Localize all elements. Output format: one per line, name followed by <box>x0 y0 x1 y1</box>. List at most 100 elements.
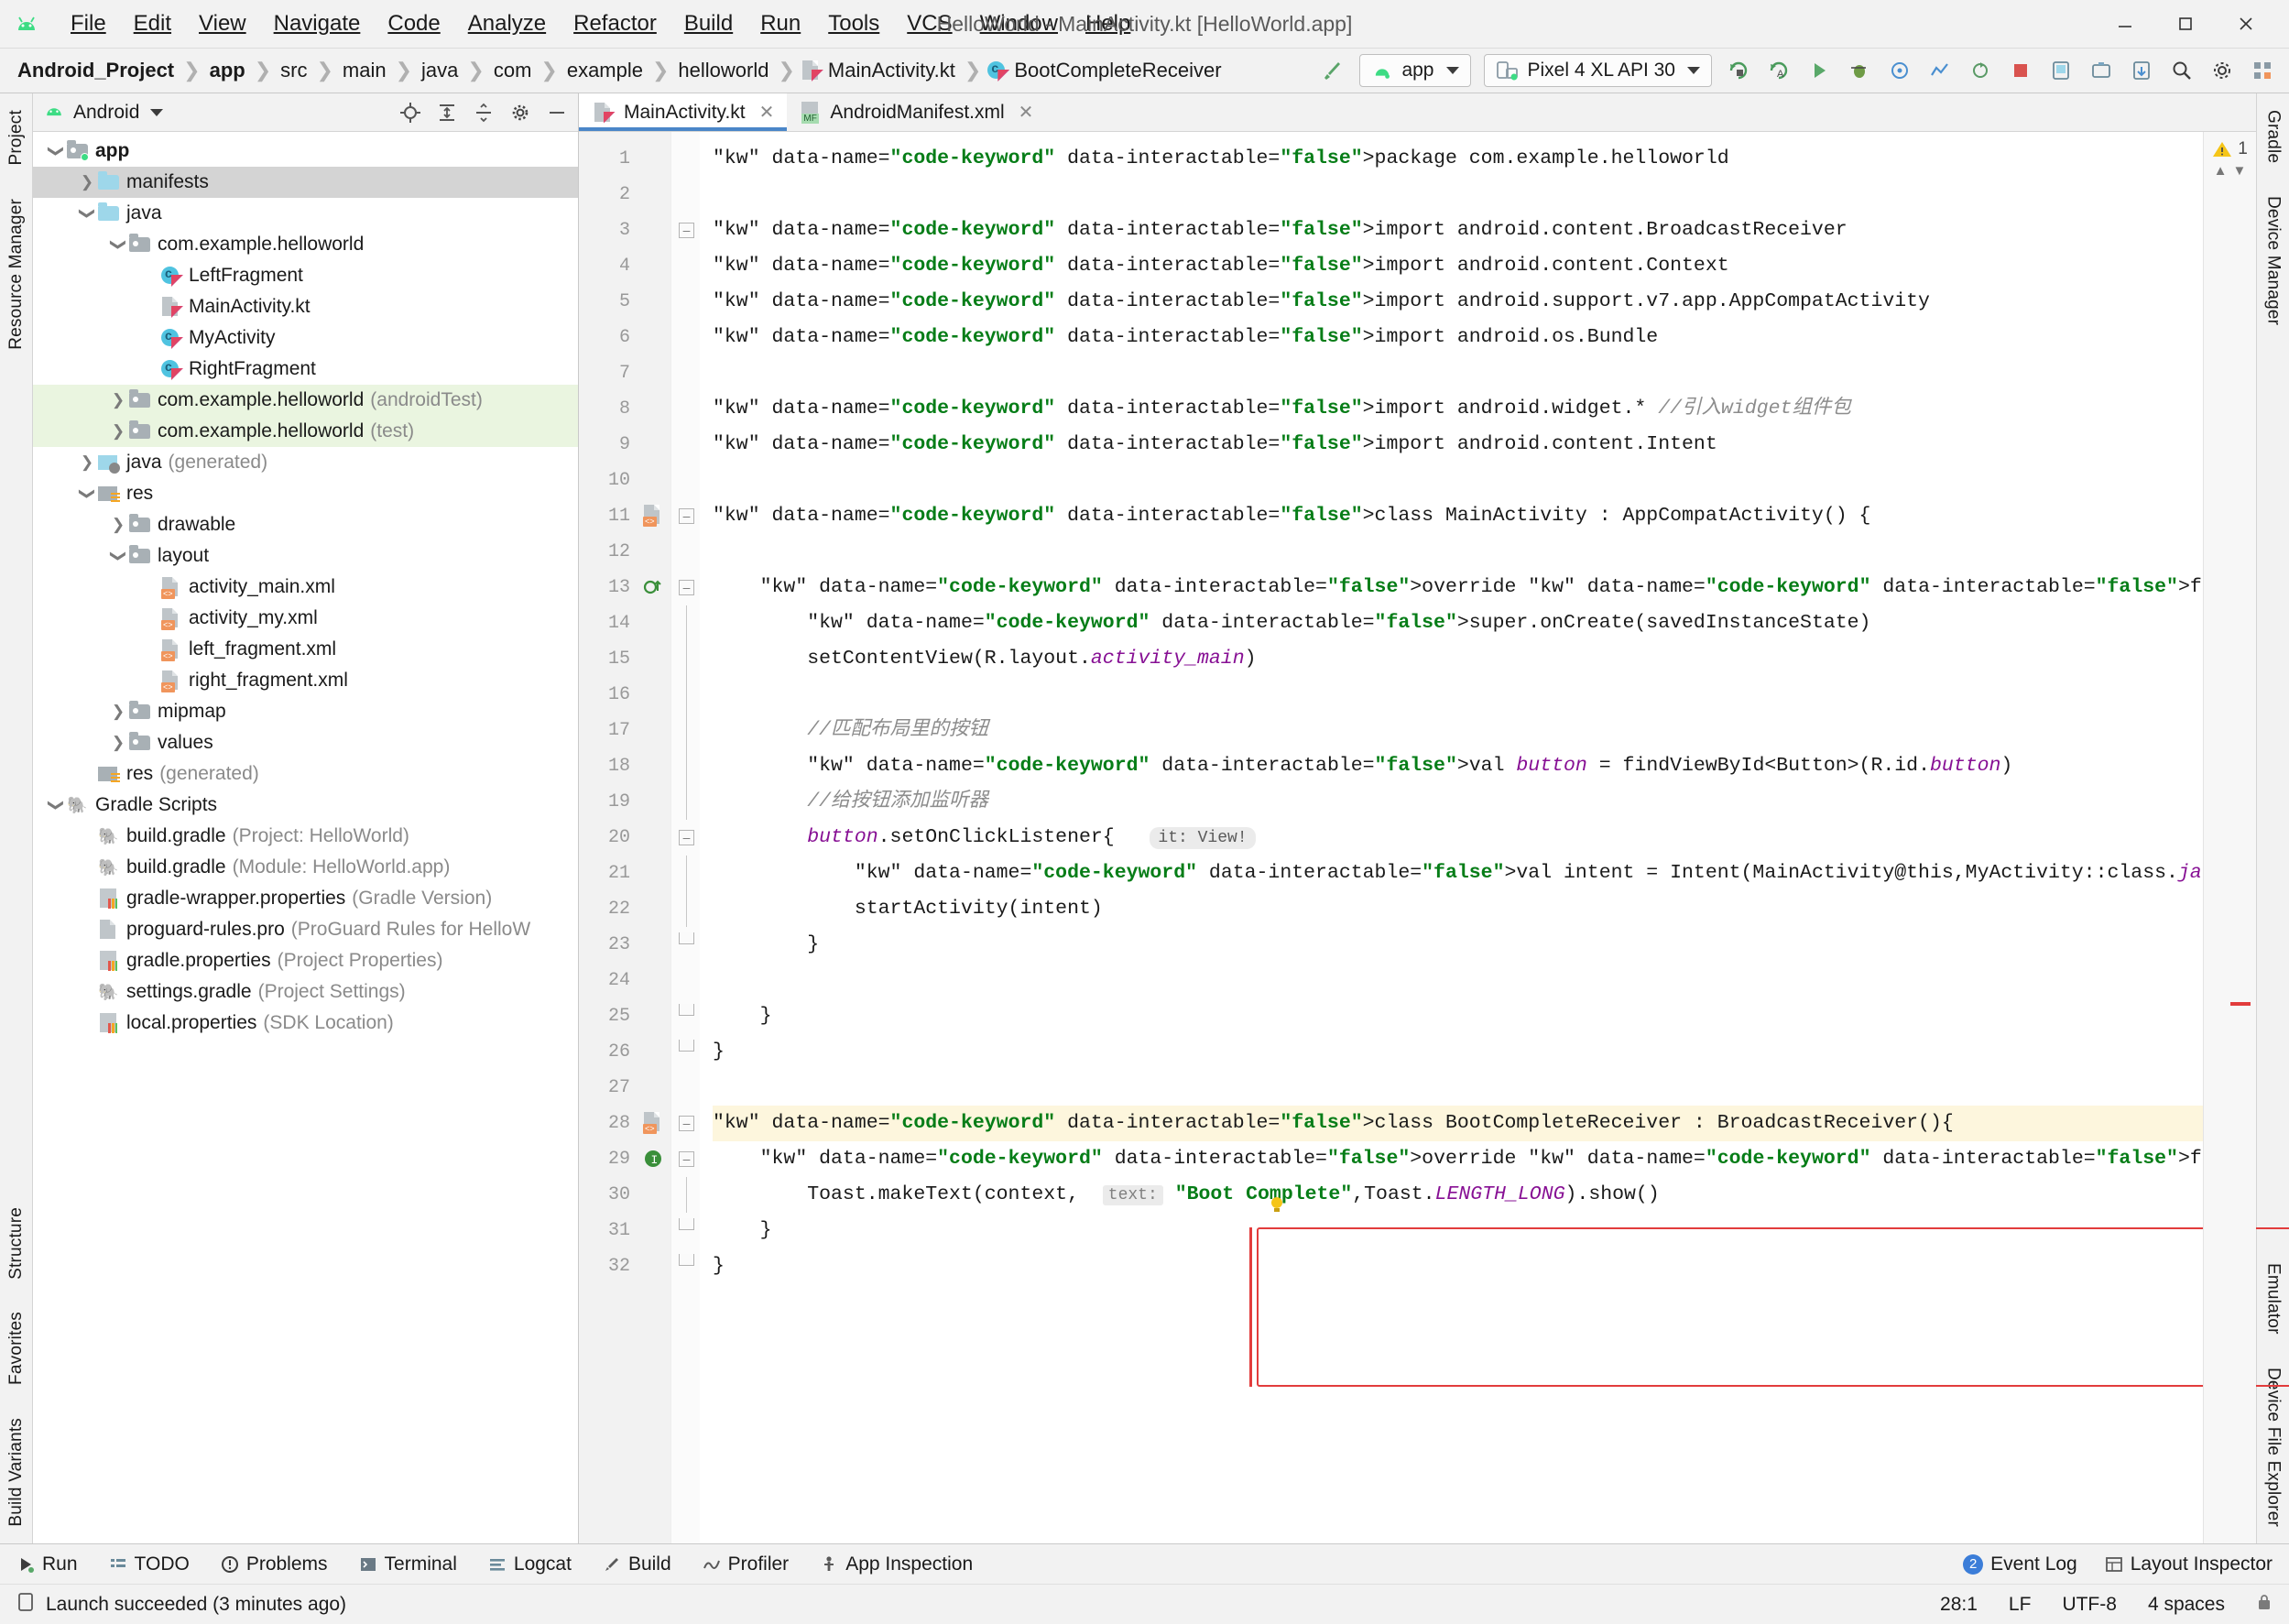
breadcrumb-item-example[interactable]: example <box>562 59 648 82</box>
chevron-down-icon[interactable]: ❯ <box>108 234 128 255</box>
project-tree[interactable]: ❯app❯manifests❯java❯com.example.hellowor… <box>33 132 578 1543</box>
menu-item-code[interactable]: Code <box>374 7 453 40</box>
code-line[interactable]: } <box>713 1248 2203 1284</box>
code-line[interactable] <box>713 677 2203 713</box>
maximize-button[interactable] <box>2155 1 2216 47</box>
fold-end-icon[interactable] <box>679 1040 694 1052</box>
file-encoding[interactable]: UTF-8 <box>2062 1594 2117 1616</box>
fold-marker-slot[interactable] <box>671 641 700 677</box>
bottom-tab-todo[interactable]: TODO <box>109 1553 190 1575</box>
menu-item-window[interactable]: Window <box>966 7 1072 40</box>
code-content[interactable]: "kw" data-name="code-keyword" data-inter… <box>700 132 2203 1543</box>
code-line[interactable]: //给按钮添加监听器 <box>713 784 2203 820</box>
code-line[interactable]: "kw" data-name="code-keyword" data-inter… <box>713 748 2203 784</box>
chevron-down-icon[interactable]: ❯ <box>108 546 128 566</box>
tree-node[interactable]: ❯java <box>33 198 578 229</box>
chevron-right-icon[interactable]: ❯ <box>108 733 128 753</box>
tree-node[interactable]: RightFragment <box>33 354 578 385</box>
code-line[interactable]: "kw" data-name="code-keyword" data-inter… <box>713 1141 2203 1177</box>
tool-window-gradle[interactable]: Gradle <box>2262 103 2285 170</box>
tree-node[interactable]: res(generated) <box>33 758 578 790</box>
tool-window-structure[interactable]: Structure <box>5 1200 28 1287</box>
debug-icon[interactable] <box>1846 57 1873 84</box>
code-line[interactable] <box>713 963 2203 998</box>
fold-marker-slot[interactable] <box>671 391 700 427</box>
chevron-right-icon[interactable]: ❯ <box>77 172 97 192</box>
fold-collapse-icon[interactable]: – <box>679 580 694 595</box>
fold-end-icon[interactable] <box>679 932 694 944</box>
code-editor[interactable]: 1234567891011121314151617181920212223242… <box>579 132 2256 1543</box>
tree-node[interactable]: ❯values <box>33 727 578 758</box>
error-stripe-mark[interactable] <box>2230 1002 2251 1006</box>
code-line[interactable]: "kw" data-name="code-keyword" data-inter… <box>713 320 2203 355</box>
chevron-right-icon[interactable]: ❯ <box>108 421 128 441</box>
fold-marker-slot[interactable] <box>671 320 700 355</box>
tree-node[interactable]: ❯layout <box>33 540 578 572</box>
code-line[interactable]: } <box>713 1034 2203 1070</box>
fold-marker-slot[interactable] <box>671 1177 700 1213</box>
chevron-up-icon[interactable]: ▲ <box>2214 163 2228 179</box>
fold-marker-slot[interactable]: – <box>671 820 700 856</box>
tree-node[interactable]: 🐘build.gradle(Project: HelloWorld) <box>33 821 578 852</box>
hammer-icon[interactable] <box>1319 57 1346 84</box>
chevron-right-icon[interactable]: ❯ <box>77 452 97 473</box>
code-line[interactable]: startActivity(intent) <box>713 891 2203 927</box>
fold-marker-slot[interactable] <box>671 963 700 998</box>
code-line[interactable]: } <box>713 998 2203 1034</box>
tree-node[interactable]: gradle.properties(Project Properties) <box>33 945 578 976</box>
chevron-down-icon[interactable] <box>150 109 163 116</box>
code-line[interactable]: } <box>713 927 2203 963</box>
fold-marker-slot[interactable] <box>671 891 700 927</box>
fold-marker-slot[interactable] <box>671 177 700 213</box>
tree-node[interactable]: <>activity_main.xml <box>33 572 578 603</box>
menu-item-view[interactable]: View <box>185 7 260 40</box>
chevron-right-icon[interactable]: ❯ <box>108 702 128 722</box>
fold-collapse-icon[interactable]: – <box>679 508 694 524</box>
bottom-tab-profiler[interactable]: Profiler <box>703 1553 790 1575</box>
breadcrumb-item-android-project[interactable]: Android_Project <box>13 59 179 82</box>
breadcrumb-item-com[interactable]: com <box>489 59 537 82</box>
menu-item-file[interactable]: File <box>57 7 120 40</box>
code-line[interactable] <box>713 534 2203 570</box>
bottom-tab-logcat[interactable]: Logcat <box>488 1553 572 1575</box>
code-line[interactable]: } <box>713 1213 2203 1248</box>
code-line[interactable]: //匹配布局里的按钮 <box>713 713 2203 748</box>
fold-marker-slot[interactable] <box>671 1034 700 1070</box>
profile-icon[interactable] <box>1926 57 1954 84</box>
bottom-tab-build[interactable]: Build <box>603 1553 671 1575</box>
search-icon[interactable] <box>2168 57 2196 84</box>
code-line[interactable]: "kw" data-name="code-keyword" data-inter… <box>713 141 2203 177</box>
code-line[interactable] <box>713 463 2203 498</box>
locate-icon[interactable] <box>398 101 422 125</box>
avd-manager-icon[interactable] <box>2047 57 2075 84</box>
fold-marker-slot[interactable]: – <box>671 570 700 605</box>
tree-node[interactable]: ❯com.example.helloworld <box>33 229 578 260</box>
bottom-tab-run[interactable]: Run <box>16 1553 78 1575</box>
lock-icon[interactable] <box>2256 1593 2273 1617</box>
fold-marker-slot[interactable] <box>671 784 700 820</box>
menu-item-help[interactable]: Help <box>1072 7 1144 40</box>
line-separator[interactable]: LF <box>2009 1594 2032 1616</box>
tree-node[interactable]: MainActivity.kt <box>33 291 578 322</box>
fold-marker-slot[interactable] <box>671 677 700 713</box>
code-folding-gutter[interactable]: –––––– <box>670 132 700 1543</box>
fold-marker-slot[interactable] <box>671 1213 700 1248</box>
menu-item-edit[interactable]: Edit <box>120 7 185 40</box>
tree-node[interactable]: <>activity_my.xml <box>33 603 578 634</box>
tree-node[interactable]: <>right_fragment.xml <box>33 665 578 696</box>
code-line[interactable]: "kw" data-name="code-keyword" data-inter… <box>713 213 2203 248</box>
tool-window-emulator[interactable]: Emulator <box>2262 1256 2285 1342</box>
fold-marker-slot[interactable] <box>671 605 700 641</box>
attach-debugger-icon[interactable] <box>1886 57 1913 84</box>
bottom-tab-layout-inspector[interactable]: Layout Inspector <box>2105 1553 2273 1575</box>
fold-end-icon[interactable] <box>679 1218 694 1230</box>
project-view-selector[interactable]: Android <box>73 102 139 124</box>
code-line[interactable]: "kw" data-name="code-keyword" data-inter… <box>713 427 2203 463</box>
close-button[interactable] <box>2216 1 2276 47</box>
fold-marker-slot[interactable] <box>671 1070 700 1106</box>
tree-node[interactable]: <>left_fragment.xml <box>33 634 578 665</box>
chevron-down-icon[interactable]: ❯ <box>77 203 97 223</box>
bottom-tab-app-inspection[interactable]: App Inspection <box>820 1553 973 1575</box>
fold-marker-slot[interactable] <box>671 748 700 784</box>
tree-node[interactable]: proguard-rules.pro(ProGuard Rules for He… <box>33 914 578 945</box>
